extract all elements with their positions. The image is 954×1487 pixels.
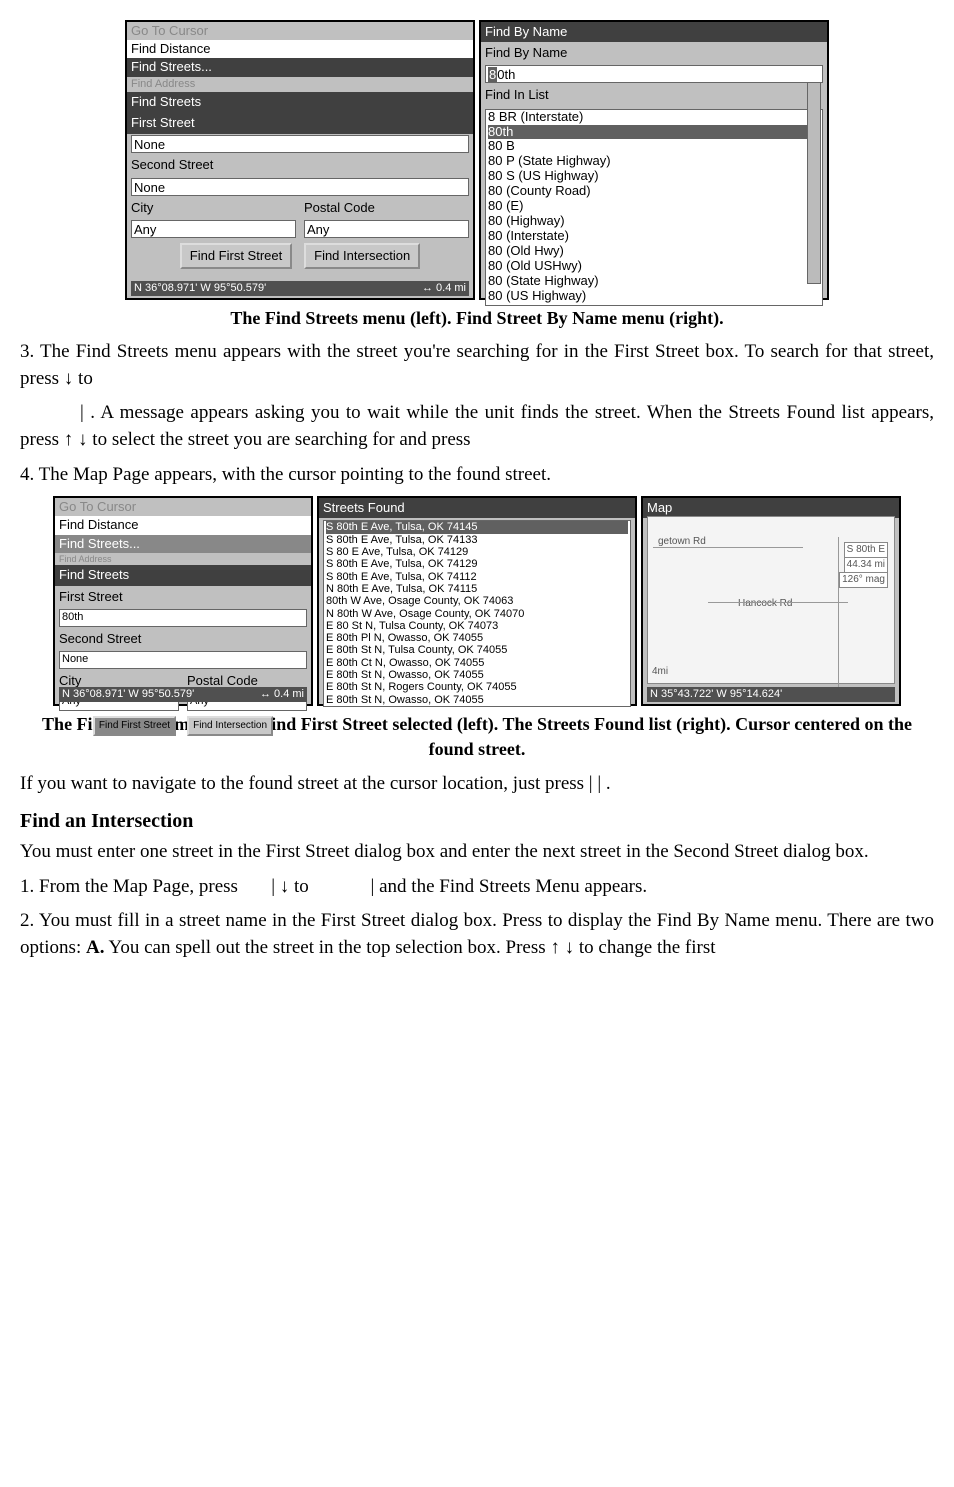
body-text: | . A message appears asking you to wait… xyxy=(20,400,934,453)
list-item[interactable]: S 80th E Ave, Tulsa, OK 74145 xyxy=(326,521,628,533)
menu-item[interactable]: Go To Cursor xyxy=(127,22,473,40)
figure-1: Go To Cursor Find Distance Find Streets.… xyxy=(20,20,934,300)
city-label: City xyxy=(127,197,300,219)
second-street-input[interactable]: None xyxy=(59,651,307,669)
list-item[interactable]: 80 (State Highway) xyxy=(488,274,820,289)
menu-item[interactable]: Go To Cursor xyxy=(55,498,311,516)
list-item[interactable]: 80 S (US Highway) xyxy=(488,169,820,184)
scale: ↔ 0.4 mi xyxy=(260,687,304,702)
postal-label: Postal Code xyxy=(300,197,473,219)
find-in-list-header: Find In List xyxy=(481,84,827,106)
list-item[interactable]: 80 (US Highway) xyxy=(488,289,820,304)
list-item[interactable]: 80 B xyxy=(488,139,820,154)
figure-1-caption: The Find Streets menu (left). Find Stree… xyxy=(20,306,934,331)
first-street-input[interactable]: None xyxy=(131,135,469,153)
list-item[interactable]: 8 BR (Interstate) xyxy=(488,110,820,125)
body-text: You must enter one street in the First S… xyxy=(20,839,934,866)
menu-item[interactable]: Find Distance xyxy=(55,516,311,534)
find-intersection-button[interactable]: Find Intersection xyxy=(304,243,420,269)
scale: ↔ 0.4 mi xyxy=(422,281,466,296)
find-streets-panel: Go To Cursor Find Distance Find Streets.… xyxy=(53,496,313,706)
body-text: 1. From the Map Page, press | ↓ to | and… xyxy=(20,874,934,901)
city-input[interactable]: Any xyxy=(131,220,296,238)
list-item[interactable]: E 80th St N, Owasso, OK 74055 xyxy=(326,694,628,706)
menu-item[interactable]: Find Streets... xyxy=(55,535,311,553)
list-item[interactable]: E 80 St N, Tulsa County, OK 74073 xyxy=(326,620,628,632)
name-input[interactable]: 80th xyxy=(485,65,823,83)
figure-2: Go To Cursor Find Distance Find Streets.… xyxy=(20,496,934,706)
second-street-label: Second Street xyxy=(127,154,473,176)
section-heading: Find an Intersection xyxy=(20,807,934,835)
body-text: 3. The Find Streets menu appears with th… xyxy=(20,339,934,392)
list-item[interactable]: 80th W Ave, Osage County, OK 74063 xyxy=(326,595,628,607)
status-bar: N 36°08.971' W 95°50.579' ↔ 0.4 mi xyxy=(131,281,469,296)
list-item[interactable]: S 80 E Ave, Tulsa, OK 74129 xyxy=(326,546,628,558)
panel-title: Find By Name xyxy=(481,22,827,42)
list-item[interactable]: E 80th Pl N, Owasso, OK 74055 xyxy=(326,632,628,644)
map-scale: 4mi xyxy=(652,665,668,679)
find-first-street-button[interactable]: Find First Street xyxy=(93,716,176,736)
find-first-street-button[interactable]: Find First Street xyxy=(180,243,292,269)
panel-title: Find Streets xyxy=(127,92,473,112)
list-item[interactable]: S 80th E Ave, Tulsa, OK 74129 xyxy=(326,558,628,570)
map-distance: 44.34 mi xyxy=(844,557,888,573)
panel-title: Streets Found xyxy=(319,498,635,518)
coords: N 35°43.722' W 95°14.624' xyxy=(650,687,782,702)
list-item[interactable]: 80 (Old Hwy) xyxy=(488,244,820,259)
list-item[interactable]: E 80th St N, Tulsa County, OK 74055 xyxy=(326,644,628,656)
map-road-label: S 80th E xyxy=(844,542,888,558)
body-text: If you want to navigate to the found str… xyxy=(20,771,934,798)
streets-found-panel: Streets Found S 80th E Ave, Tulsa, OK 74… xyxy=(317,496,637,706)
map-panel: Map getown Rd S 80th E 44.34 mi 126° mag… xyxy=(641,496,901,706)
streets-found-list[interactable]: S 80th E Ave, Tulsa, OK 74145 S 80th E A… xyxy=(323,520,631,707)
list-item[interactable]: N 80th W Ave, Osage County, OK 74070 xyxy=(326,608,628,620)
postal-input[interactable]: Any xyxy=(304,220,469,238)
find-streets-panel: Go To Cursor Find Distance Find Streets.… xyxy=(125,20,475,300)
list-item[interactable]: 80 (Interstate) xyxy=(488,229,820,244)
menu-item[interactable]: Find Address xyxy=(127,77,473,92)
results-list[interactable]: 8 BR (Interstate) 80th 80 B 80 P (State … xyxy=(485,109,823,306)
list-item[interactable]: S 80th E Ave, Tulsa, OK 74112 xyxy=(326,571,628,583)
map-road-label: Hancock Rd xyxy=(738,597,792,611)
menu-item[interactable]: Find Distance xyxy=(127,40,473,58)
status-bar: N 35°43.722' W 95°14.624' xyxy=(647,687,895,702)
first-street-input[interactable]: 80th xyxy=(59,609,307,627)
body-text: 4. The Map Page appears, with the cursor… xyxy=(20,462,934,489)
first-street-label: First Street xyxy=(127,112,473,134)
list-item[interactable]: 80 P (State Highway) xyxy=(488,154,820,169)
list-item[interactable]: E 80th Ct N, Owasso, OK 74055 xyxy=(326,657,628,669)
body-text: 2. You must fill in a street name in the… xyxy=(20,908,934,961)
list-item[interactable]: S 80th E Ave, Tulsa, OK 74133 xyxy=(326,534,628,546)
status-bar: N 36°08.971' W 95°50.579' ↔ 0.4 mi xyxy=(59,687,307,702)
list-item[interactable]: 80 (Highway) xyxy=(488,214,820,229)
find-intersection-button[interactable]: Find Intersection xyxy=(187,716,273,736)
list-item[interactable]: S 80th W Ave, Creek County, OK 74047 xyxy=(326,706,628,707)
second-street-label: Second Street xyxy=(55,628,311,650)
find-by-name-panel: Find By Name Find By Name 80th Find In L… xyxy=(479,20,829,300)
list-item[interactable]: E 80th St N, Owasso, OK 74055 xyxy=(326,669,628,681)
menu-item[interactable]: Find Address xyxy=(55,553,311,566)
map-bearing: 126° mag xyxy=(839,572,888,588)
coords: N 36°08.971' W 95°50.579' xyxy=(134,281,266,296)
find-by-name-header: Find By Name xyxy=(481,42,827,64)
scrollbar[interactable] xyxy=(807,82,821,284)
list-item[interactable]: 80th xyxy=(488,125,820,140)
list-item[interactable]: N 80th E Ave, Tulsa, OK 74115 xyxy=(326,583,628,595)
second-street-input[interactable]: None xyxy=(131,178,469,196)
panel-title: Find Streets xyxy=(55,565,311,585)
list-item[interactable]: 80 (County Road) xyxy=(488,184,820,199)
first-street-label: First Street xyxy=(55,586,311,608)
list-item[interactable]: 80 000 xyxy=(488,304,820,306)
coords: N 36°08.971' W 95°50.579' xyxy=(62,687,194,702)
map-canvas[interactable]: getown Rd S 80th E 44.34 mi 126° mag Han… xyxy=(647,516,895,684)
list-item[interactable]: 80 (Old USHwy) xyxy=(488,259,820,274)
list-item[interactable]: E 80th St N, Rogers County, OK 74055 xyxy=(326,681,628,693)
list-item[interactable]: 80 (E) xyxy=(488,199,820,214)
menu-item[interactable]: Find Streets... xyxy=(127,58,473,76)
